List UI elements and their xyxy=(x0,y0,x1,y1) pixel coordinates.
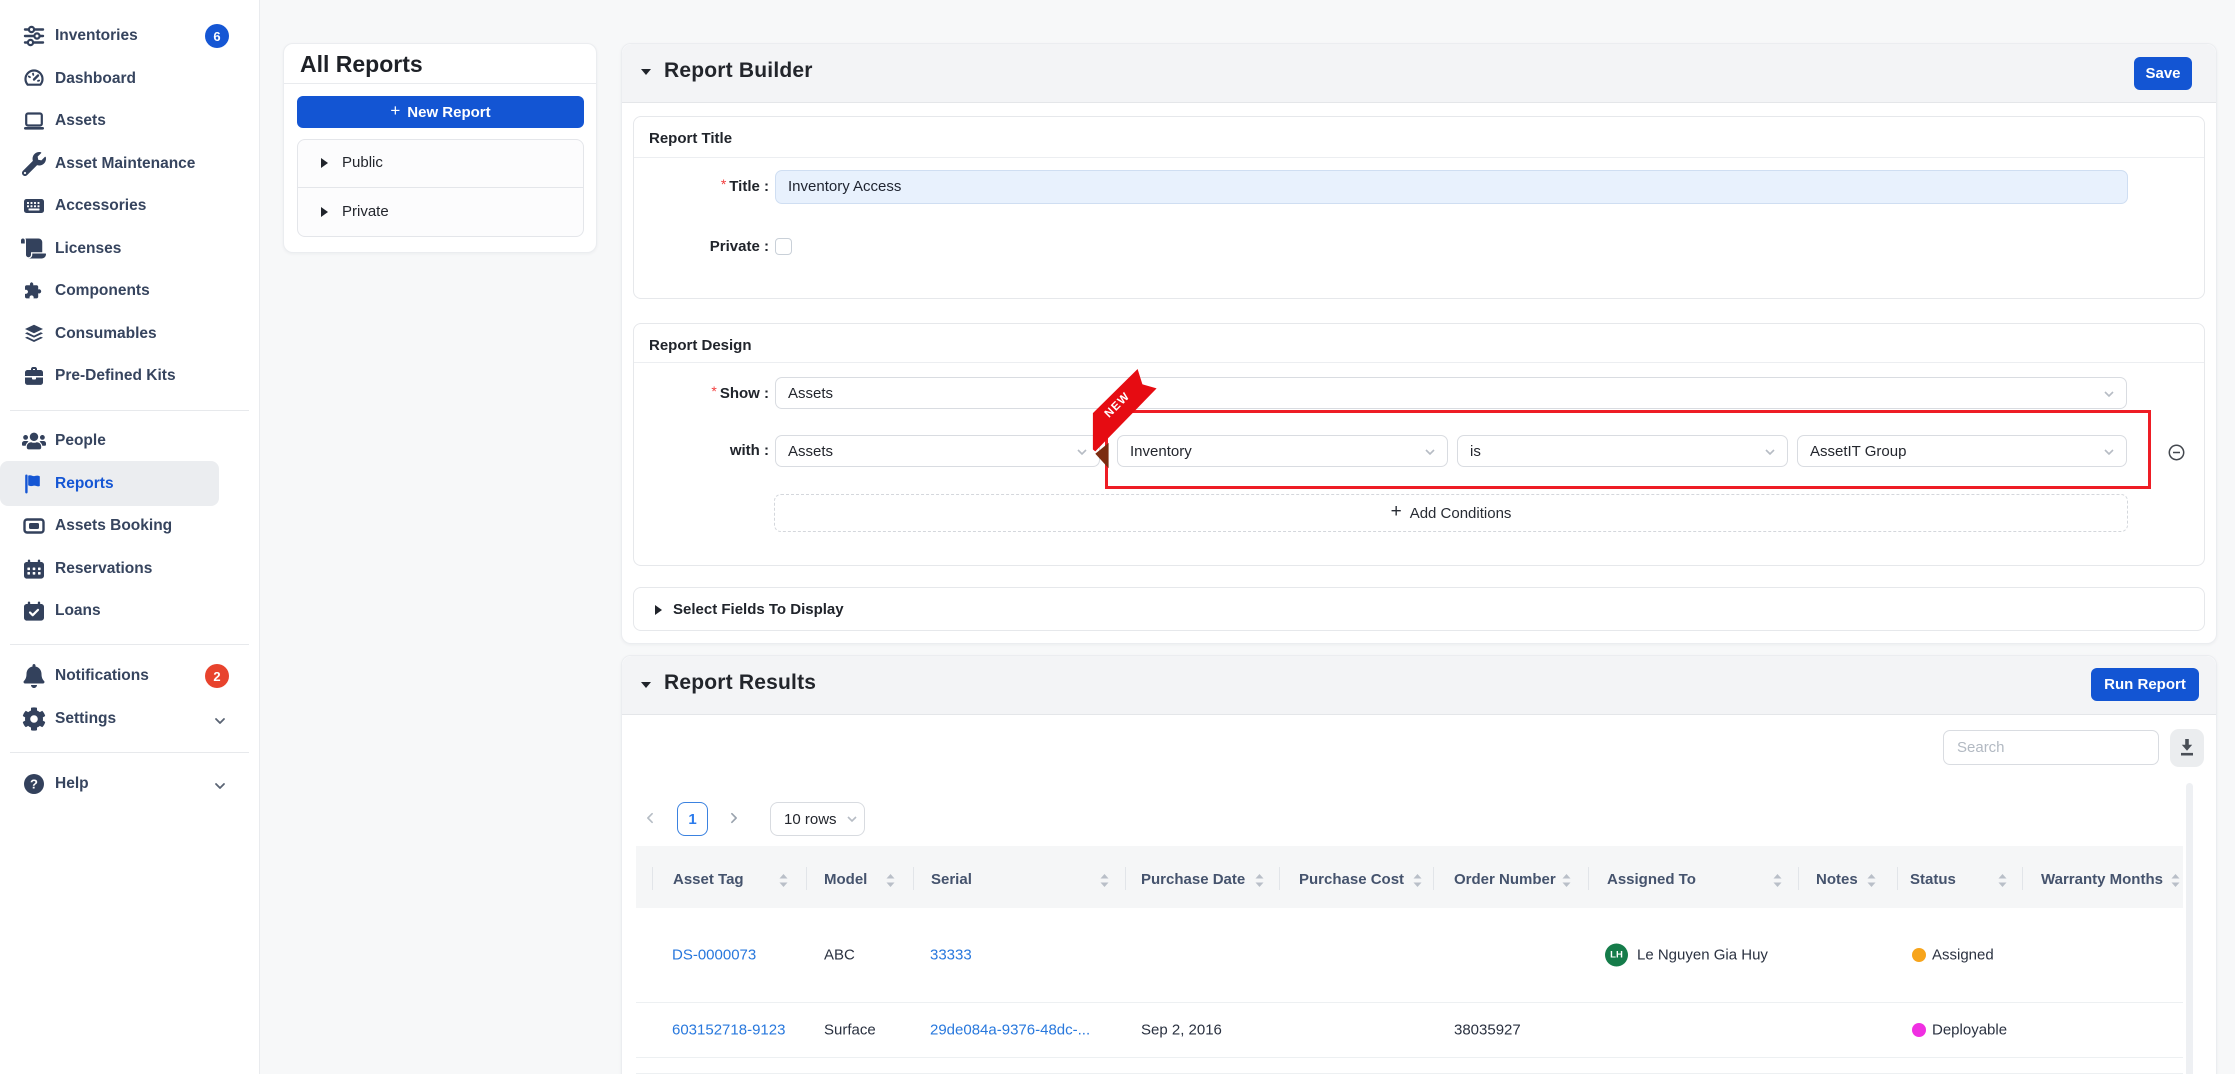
svg-text:?: ? xyxy=(30,776,38,791)
